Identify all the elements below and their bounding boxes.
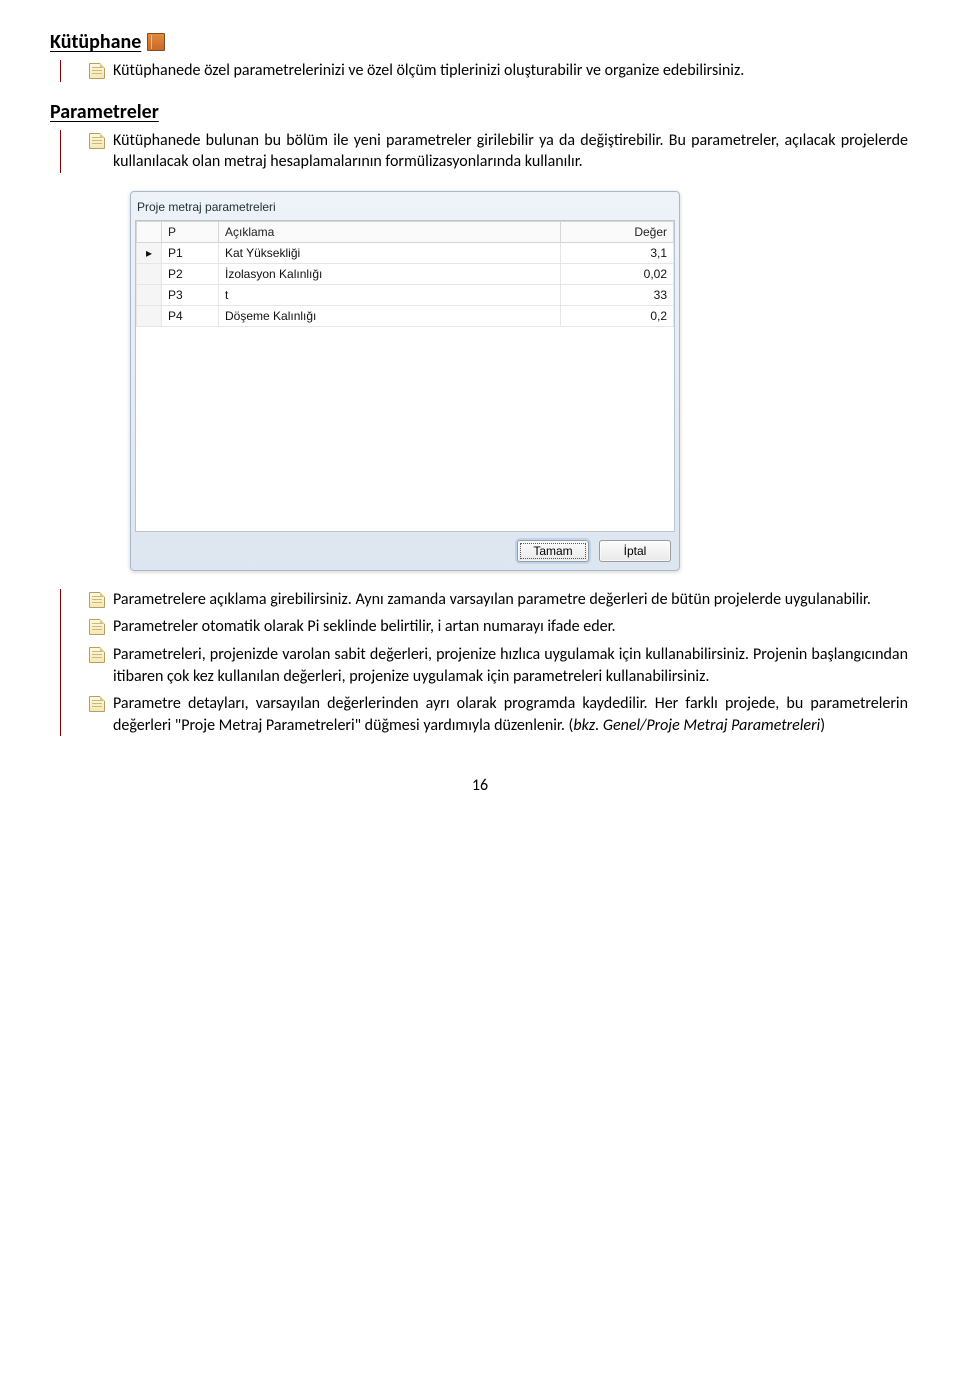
param-dialog: Proje metraj parametreleri P Açıklama De… [130,191,680,571]
note-item: Parametre detayları, varsayılan değerler… [89,693,908,736]
note-item: Parametrelere açıklama girebilirsiniz. A… [89,589,908,611]
dialog-button-row: Tamam İptal [135,532,675,566]
cell-desc[interactable]: İzolasyon Kalınlığı [219,263,561,284]
table-row[interactable]: P2İzolasyon Kalınlığı0,02 [137,263,674,284]
row-marker: ▸ [137,242,162,263]
note-icon [89,696,105,712]
row-marker [137,263,162,284]
col-header-val[interactable]: Değer [561,221,674,242]
cell-val[interactable]: 33 [561,284,674,305]
cancel-button[interactable]: İptal [599,540,671,562]
kutuphane-heading: Kütüphane [50,30,141,54]
note-text: Parametrelere açıklama girebilirsiniz. A… [113,590,871,609]
note-item: Parametreleri, projenizde varolan sabit … [89,644,908,687]
parametreler-tail: Parametrelere açıklama girebilirsiniz. A… [60,589,910,737]
parametreler-body: Kütüphanede bulunan bu bölüm ile yeni pa… [60,130,910,173]
cell-p[interactable]: P3 [162,284,219,305]
note-icon [89,619,105,635]
table-row[interactable]: P3t33 [137,284,674,305]
cell-val[interactable]: 0,2 [561,305,674,326]
row-marker [137,305,162,326]
kutuphane-heading-row: Kütüphane [50,30,910,54]
book-icon [147,33,165,51]
note-text: Parametreleri, projenizde varolan sabit … [113,645,908,686]
table-row[interactable]: ▸P1Kat Yüksekliği3,1 [137,242,674,263]
page-number: 16 [50,776,910,795]
dialog-title: Proje metraj parametreleri [135,196,675,220]
note-text: Parametreler otomatik olarak Pi seklinde… [113,617,616,636]
cell-p[interactable]: P2 [162,263,219,284]
cell-p[interactable]: P4 [162,305,219,326]
ok-button[interactable]: Tamam [517,540,589,562]
row-marker-header [137,221,162,242]
col-header-desc[interactable]: Açıklama [219,221,561,242]
parametreler-heading: Parametreler [50,100,159,124]
cell-desc[interactable]: Kat Yüksekliği [219,242,561,263]
col-header-p[interactable]: P [162,221,219,242]
kutuphane-body: Kütüphanede özel parametrelerinizi ve öz… [60,60,910,82]
note-item: Kütüphanede bulunan bu bölüm ile yeni pa… [89,130,908,173]
note-text: Kütüphanede bulunan bu bölüm ile yeni pa… [113,131,908,172]
param-grid-container: P Açıklama Değer ▸P1Kat Yüksekliği3,1P2İ… [135,220,675,532]
param-grid[interactable]: P Açıklama Değer ▸P1Kat Yüksekliği3,1P2İ… [136,221,674,327]
note-text: Parametre detayları, varsayılan değerler… [113,694,908,735]
note-item: Parametreler otomatik olarak Pi seklinde… [89,616,908,638]
row-marker [137,284,162,305]
note-item: Kütüphanede özel parametrelerinizi ve öz… [89,60,908,82]
note-icon [89,592,105,608]
cell-p[interactable]: P1 [162,242,219,263]
parametreler-heading-row: Parametreler [50,100,910,124]
cell-val[interactable]: 3,1 [561,242,674,263]
note-icon [89,133,105,149]
note-text-italic: bkz. Genel/Proje Metraj Parametreleri [573,716,820,735]
cell-desc[interactable]: t [219,284,561,305]
note-icon [89,63,105,79]
note-icon [89,647,105,663]
cell-val[interactable]: 0,02 [561,263,674,284]
note-text: Kütüphanede özel parametrelerinizi ve öz… [113,61,744,80]
cell-desc[interactable]: Döşeme Kalınlığı [219,305,561,326]
table-row[interactable]: P4Döşeme Kalınlığı0,2 [137,305,674,326]
